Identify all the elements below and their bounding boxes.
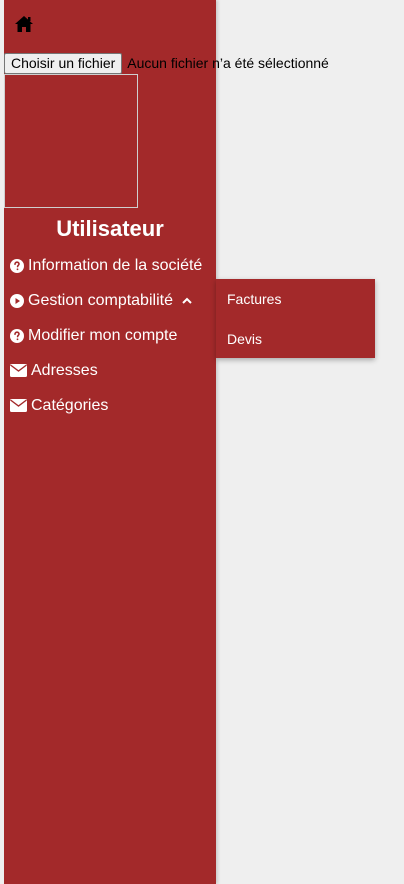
file-upload-row: Choisir un fichier Aucun fichier n’a été… xyxy=(4,52,329,74)
menu-item-label: Adresses xyxy=(31,361,98,379)
menu-item-label: Catégories xyxy=(31,396,109,414)
avatar-image xyxy=(4,74,138,208)
submenu-item-factures[interactable]: Factures xyxy=(216,279,375,319)
menu-item-gestion-comptabilite[interactable]: Gestion comptabilité xyxy=(10,283,214,318)
menu-item-categories[interactable]: Catégories xyxy=(10,388,214,423)
gestion-comptabilite-submenu: Factures Devis xyxy=(216,279,375,358)
envelope-icon xyxy=(10,399,27,412)
submenu-item-devis[interactable]: Devis xyxy=(216,319,375,359)
menu-item-adresses[interactable]: Adresses xyxy=(10,353,214,388)
home-icon[interactable] xyxy=(14,15,34,33)
menu-item-information-societe[interactable]: Information de la société xyxy=(10,248,214,283)
envelope-icon xyxy=(10,364,27,377)
menu-item-label: Information de la société xyxy=(28,256,203,274)
menu-item-label: Gestion comptabilité xyxy=(28,291,173,309)
question-circle-icon xyxy=(10,328,24,343)
file-status-text: Aucun fichier n’a été sélectionné xyxy=(127,55,329,71)
chevron-up-icon[interactable] xyxy=(181,296,193,306)
sidebar-menu: Information de la société Gestion compta… xyxy=(10,248,214,423)
question-circle-icon xyxy=(10,258,24,273)
menu-item-modifier-compte[interactable]: Modifier mon compte xyxy=(10,318,214,353)
menu-item-label: Modifier mon compte xyxy=(28,326,178,344)
username-heading: Utilisateur xyxy=(56,216,164,241)
choose-file-button[interactable]: Choisir un fichier xyxy=(4,52,123,74)
play-circle-icon xyxy=(10,293,24,308)
